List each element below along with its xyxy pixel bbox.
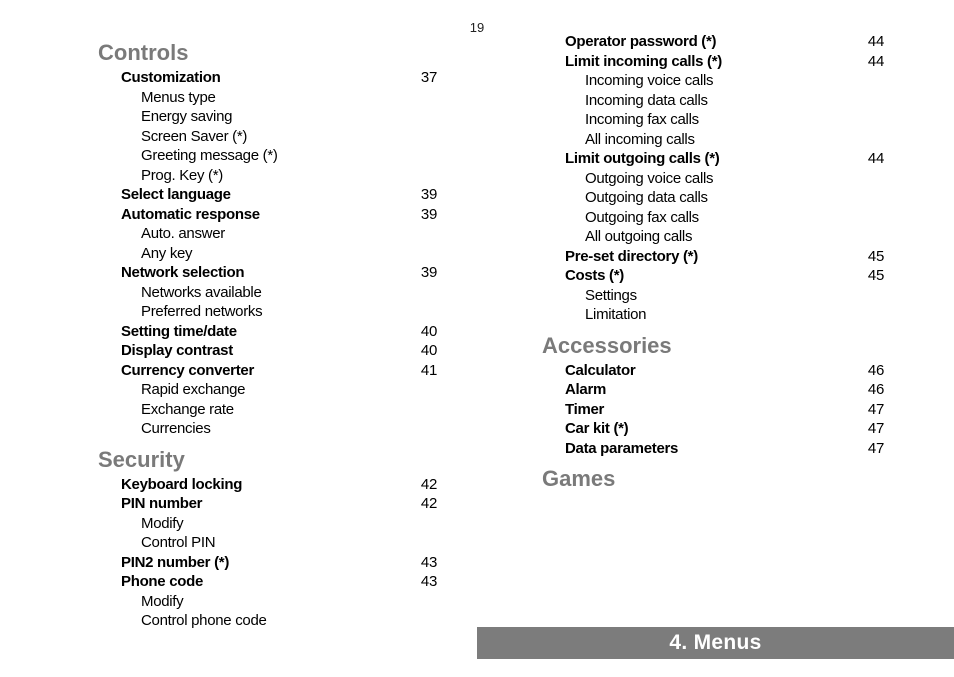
toc-entry-page: 44 bbox=[868, 149, 884, 169]
toc-entry: Pre-set directory (*) 45 bbox=[542, 247, 884, 267]
toc-subentry: Exchange rate bbox=[98, 400, 437, 420]
section-heading: Games bbox=[542, 466, 884, 492]
toc-entry-page: 37 bbox=[421, 68, 437, 88]
toc-subentry: Prog. Key (*) bbox=[98, 166, 437, 186]
toc-entry-page: 43 bbox=[421, 553, 437, 573]
toc-subentry: Menus type bbox=[98, 88, 437, 108]
toc-entry-page: 42 bbox=[421, 494, 437, 514]
toc-entry-page: 40 bbox=[421, 341, 437, 361]
toc-subentry: Incoming voice calls bbox=[542, 71, 884, 91]
toc-entry-page: 39 bbox=[421, 205, 437, 225]
right-column: Operator password (*)44Limit incoming ca… bbox=[477, 32, 954, 631]
toc-subentry: All incoming calls bbox=[542, 130, 884, 150]
toc-entry-label: Select language bbox=[121, 186, 231, 203]
toc-entry-page: 46 bbox=[868, 380, 884, 400]
toc-entry-page: 47 bbox=[868, 419, 884, 439]
toc-entry-page: 47 bbox=[868, 439, 884, 459]
toc-entry: Setting time/date 40 bbox=[98, 322, 437, 342]
toc-entry-page: 43 bbox=[421, 572, 437, 592]
toc-entry: Timer 47 bbox=[542, 400, 884, 420]
toc-subentry: Outgoing data calls bbox=[542, 188, 884, 208]
toc-entry-label: Setting time/date bbox=[121, 323, 237, 340]
toc-entry-label: Phone code bbox=[121, 573, 203, 590]
toc-subentry: Currencies bbox=[98, 419, 437, 439]
toc-entry-label: Customization bbox=[121, 69, 220, 86]
toc-subentry: Control phone code bbox=[98, 611, 437, 631]
toc-subentry: Modify bbox=[98, 592, 437, 612]
toc-entry-label: PIN2 number (*) bbox=[121, 554, 229, 571]
toc-entry-label: Limit incoming calls (*) bbox=[565, 53, 722, 70]
toc-columns: Controls Customization 37Menus typeEnergy … bbox=[0, 32, 954, 631]
toc-entry-page: 41 bbox=[421, 361, 437, 381]
section-heading: Security bbox=[98, 447, 437, 473]
toc-entry-label: Currency converter bbox=[121, 362, 254, 379]
toc-subentry: Energy saving bbox=[98, 107, 437, 127]
toc-entry-page: 45 bbox=[868, 266, 884, 286]
left-column: Controls Customization 37Menus typeEnergy … bbox=[0, 32, 477, 631]
toc-subentry: Preferred networks bbox=[98, 302, 437, 322]
toc-entry: PIN number 42 bbox=[98, 494, 437, 514]
toc-entry-page: 39 bbox=[421, 185, 437, 205]
toc-entry: Select language 39 bbox=[98, 185, 437, 205]
toc-entry-page: 44 bbox=[868, 52, 884, 72]
toc-entry-label: Keyboard locking bbox=[121, 476, 242, 493]
toc-entry-label: Costs (*) bbox=[565, 267, 624, 284]
toc-entry-label: Data parameters bbox=[565, 440, 678, 457]
toc-entry: Operator password (*) 44 bbox=[542, 32, 884, 52]
toc-entry-label: Alarm bbox=[565, 381, 606, 398]
toc-entry: Alarm 46 bbox=[542, 380, 884, 400]
toc-subentry: Networks available bbox=[98, 283, 437, 303]
toc-entry-label: Network selection bbox=[121, 264, 244, 281]
toc-entry: PIN2 number (*) 43 bbox=[98, 553, 437, 573]
toc-entry: Data parameters 47 bbox=[542, 439, 884, 459]
toc-subentry: Incoming fax calls bbox=[542, 110, 884, 130]
toc-entry-page: 46 bbox=[868, 361, 884, 381]
toc-entry-page: 45 bbox=[868, 247, 884, 267]
toc-entry-label: Limit outgoing calls (*) bbox=[565, 150, 719, 167]
toc-entry-page: 47 bbox=[868, 400, 884, 420]
toc-subentry: Any key bbox=[98, 244, 437, 264]
toc-entry: Network selection 39 bbox=[98, 263, 437, 283]
toc-entry: Limit outgoing calls (*) 44 bbox=[542, 149, 884, 169]
toc-entry-label: Car kit (*) bbox=[565, 420, 628, 437]
toc-entry-label: Operator password (*) bbox=[565, 33, 716, 50]
toc-subentry: Limitation bbox=[542, 305, 884, 325]
toc-entry-label: Pre-set directory (*) bbox=[565, 248, 698, 265]
toc-entry-label: Timer bbox=[565, 401, 604, 418]
toc-entry: Phone code 43 bbox=[98, 572, 437, 592]
chapter-bar: 4. Menus bbox=[477, 627, 954, 659]
toc-entry-page: 40 bbox=[421, 322, 437, 342]
toc-subentry: Settings bbox=[542, 286, 884, 306]
toc-subentry: Screen Saver (*) bbox=[98, 127, 437, 147]
toc-subentry: Outgoing voice calls bbox=[542, 169, 884, 189]
section-heading: Accessories bbox=[542, 333, 884, 359]
section-heading: Controls bbox=[98, 40, 437, 66]
toc-subentry: All outgoing calls bbox=[542, 227, 884, 247]
toc-entry: Customization 37 bbox=[98, 68, 437, 88]
toc-subentry: Auto. answer bbox=[98, 224, 437, 244]
toc-entry-page: 39 bbox=[421, 263, 437, 283]
toc-subentry: Outgoing fax calls bbox=[542, 208, 884, 228]
toc-subentry: Modify bbox=[98, 514, 437, 534]
toc-entry: Currency converter 41 bbox=[98, 361, 437, 381]
toc-entry: Display contrast 40 bbox=[98, 341, 437, 361]
toc-entry-label: Display contrast bbox=[121, 342, 233, 359]
toc-entry-label: Calculator bbox=[565, 362, 635, 379]
toc-entry: Keyboard locking 42 bbox=[98, 475, 437, 495]
toc-subentry: Greeting message (*) bbox=[98, 146, 437, 166]
toc-entry-page: 42 bbox=[421, 475, 437, 495]
toc-entry-label: Automatic response bbox=[121, 206, 260, 223]
toc-entry-label: PIN number bbox=[121, 495, 202, 512]
toc-subentry: Incoming data calls bbox=[542, 91, 884, 111]
toc-entry: Limit incoming calls (*) 44 bbox=[542, 52, 884, 72]
toc-entry-page: 44 bbox=[868, 32, 884, 52]
toc-subentry: Rapid exchange bbox=[98, 380, 437, 400]
toc-entry: Automatic response 39 bbox=[98, 205, 437, 225]
toc-entry: Calculator 46 bbox=[542, 361, 884, 381]
toc-entry: Car kit (*) 47 bbox=[542, 419, 884, 439]
toc-subentry: Control PIN bbox=[98, 533, 437, 553]
toc-entry: Costs (*) 45 bbox=[542, 266, 884, 286]
